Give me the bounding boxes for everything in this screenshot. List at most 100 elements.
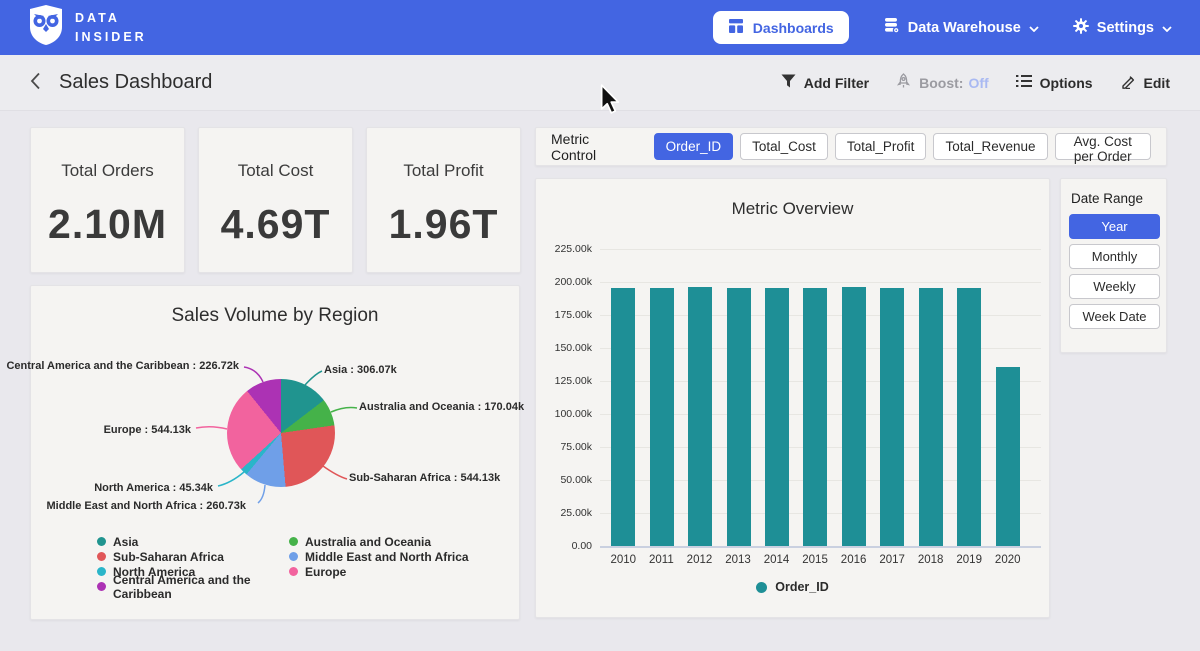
sales-by-region-card: Sales Volume by Region Asia : 306.07kAus…	[30, 285, 520, 620]
chevron-left-icon	[30, 72, 41, 93]
database-icon	[883, 17, 900, 38]
x-tick-label: 2016	[841, 554, 867, 566]
pie-label-central-america-and-the-caribbean: Central America and the Caribbean : 226.…	[6, 360, 239, 372]
gear-icon	[1073, 18, 1089, 38]
bar-plot-area	[600, 249, 1041, 546]
pie-legend-sub-saharan-africa[interactable]: Sub-Saharan Africa	[97, 549, 289, 564]
kpi-value: 1.96T	[367, 201, 520, 248]
x-tick-label: 2013	[725, 554, 751, 566]
legend-label: Middle East and North Africa	[305, 550, 469, 564]
filter-funnel-icon	[781, 74, 796, 91]
bars	[604, 249, 1027, 546]
metric-overview-card: Metric Overview 225.00k200.00k175.00k150…	[535, 178, 1050, 618]
kpi-value: 4.69T	[199, 201, 352, 248]
pie-circle	[227, 379, 335, 487]
pie-label-north-america: North America : 45.34k	[94, 482, 213, 494]
x-tick-label: 2019	[956, 554, 982, 566]
legend-label: Australia and Oceania	[305, 535, 431, 549]
x-tick-label: 2017	[879, 554, 905, 566]
pie-label-sub-saharan-africa: Sub-Saharan Africa : 544.13k	[349, 472, 500, 484]
edit-button[interactable]: Edit	[1120, 73, 1170, 92]
legend-dot	[289, 567, 298, 576]
app: DATA INSIDER Dashboards	[0, 0, 1200, 651]
metric-option-order-id[interactable]: Order_ID	[654, 133, 734, 160]
date-range-label: Date Range	[1071, 191, 1158, 206]
y-tick-label: 75.00k	[560, 441, 592, 453]
metric-options: Order_IDTotal_Cost Total_ProfitTotal_Reve…	[654, 133, 1151, 160]
dashboards-grid-icon	[728, 18, 744, 37]
pie-label-europe: Europe : 544.13k	[104, 424, 191, 436]
data-warehouse-menu[interactable]: Data Warehouse	[883, 17, 1039, 38]
legend-dot	[97, 582, 106, 591]
bar-x-axis: 2010201120122013201420152016201720182019…	[604, 554, 1027, 566]
kpi-value: 2.10M	[31, 201, 184, 248]
date-range-year[interactable]: Year	[1069, 214, 1160, 239]
bar-2019	[957, 288, 981, 546]
y-tick-label: 200.00k	[555, 276, 592, 288]
brand: DATA INSIDER	[28, 5, 147, 50]
rocket-icon	[896, 73, 911, 92]
boost-status: Off	[968, 75, 988, 91]
bar-legend[interactable]: Order_ID	[536, 580, 1049, 594]
bar-2016	[842, 287, 866, 546]
bar-2013	[727, 288, 751, 546]
kpi-card-total-orders: Total Orders2.10M	[30, 127, 185, 273]
x-tick-label: 2018	[918, 554, 944, 566]
legend-dot	[97, 552, 106, 561]
metric-option-total-profit[interactable]: Total_Profit	[835, 133, 927, 160]
pie-legend-asia[interactable]: Asia	[97, 534, 289, 549]
metric-option-avg-cost-per-order[interactable]: Avg. Cost per Order	[1055, 133, 1151, 160]
legend-label: Sub-Saharan Africa	[113, 550, 224, 564]
boost-toggle[interactable]: Boost: Off	[896, 73, 989, 92]
legend-label: Central America and the Caribbean	[113, 573, 289, 601]
bar-2010	[611, 288, 635, 546]
y-tick-label: 50.00k	[560, 474, 592, 486]
dashboards-button[interactable]: Dashboards	[713, 11, 849, 44]
back-button[interactable]	[30, 72, 41, 93]
x-tick-label: 2010	[610, 554, 636, 566]
bar-2011	[650, 288, 674, 546]
owl-logo-icon	[28, 5, 64, 50]
legend-dot	[97, 567, 106, 576]
x-tick-label: 2011	[649, 554, 674, 566]
date-range-options: Year Monthly Weekly Week Date	[1069, 214, 1158, 329]
date-range-monthly[interactable]: Monthly	[1069, 244, 1160, 269]
y-tick-label: 150.00k	[555, 342, 592, 354]
mouse-cursor	[600, 84, 620, 114]
kpi-label: Total Profit	[367, 161, 520, 181]
legend-label: Asia	[113, 535, 138, 549]
x-tick-label: 2020	[995, 554, 1021, 566]
x-tick-label: 2015	[802, 554, 828, 566]
date-range-week-date[interactable]: Week Date	[1069, 304, 1160, 329]
pie-label-asia: Asia : 306.07k	[324, 364, 397, 376]
bar-2012	[688, 287, 712, 546]
settings-menu[interactable]: Settings	[1073, 18, 1172, 38]
legend-dot	[97, 537, 106, 546]
options-list-icon	[1016, 74, 1032, 91]
metric-option-total-cost[interactable]: Total_Cost	[740, 133, 828, 160]
bar-2014	[765, 288, 789, 546]
y-tick-label: 175.00k	[555, 309, 592, 321]
add-filter-button[interactable]: Add Filter	[781, 74, 869, 91]
pie-legend: AsiaSub-Saharan AfricaNorth AmericaCentr…	[97, 534, 469, 594]
brand-name: DATA INSIDER	[75, 9, 147, 45]
top-navbar: DATA INSIDER Dashboards	[0, 0, 1200, 55]
legend-label: Europe	[305, 565, 346, 579]
pie-legend-middle-east-and-north-africa[interactable]: Middle East and North Africa	[289, 549, 469, 564]
legend-dot	[289, 552, 298, 561]
date-range-weekly[interactable]: Weekly	[1069, 274, 1160, 299]
legend-label: Order_ID	[775, 580, 829, 594]
metric-control-label: Metric Control	[551, 131, 631, 163]
pie-label-middle-east-and-north-africa: Middle East and North Africa : 260.73k	[47, 500, 246, 512]
chevron-down-icon	[1029, 20, 1039, 36]
pie-legend-central-america-and-the-caribbean[interactable]: Central America and the Caribbean	[97, 579, 289, 594]
y-tick-label: 125.00k	[555, 375, 592, 387]
pie-legend-europe[interactable]: Europe	[289, 564, 469, 579]
pie-legend-australia-and-oceania[interactable]: Australia and Oceania	[289, 534, 469, 549]
x-tick-label: 2012	[687, 554, 713, 566]
bar-chart-title: Metric Overview	[536, 199, 1049, 219]
metric-option-total-revenue[interactable]: Total_Revenue	[933, 133, 1047, 160]
options-button[interactable]: Options	[1016, 74, 1093, 91]
kpi-card-total-cost: Total Cost4.69T	[198, 127, 353, 273]
kpi-card-total-profit: Total Profit 1.96T	[366, 127, 521, 273]
